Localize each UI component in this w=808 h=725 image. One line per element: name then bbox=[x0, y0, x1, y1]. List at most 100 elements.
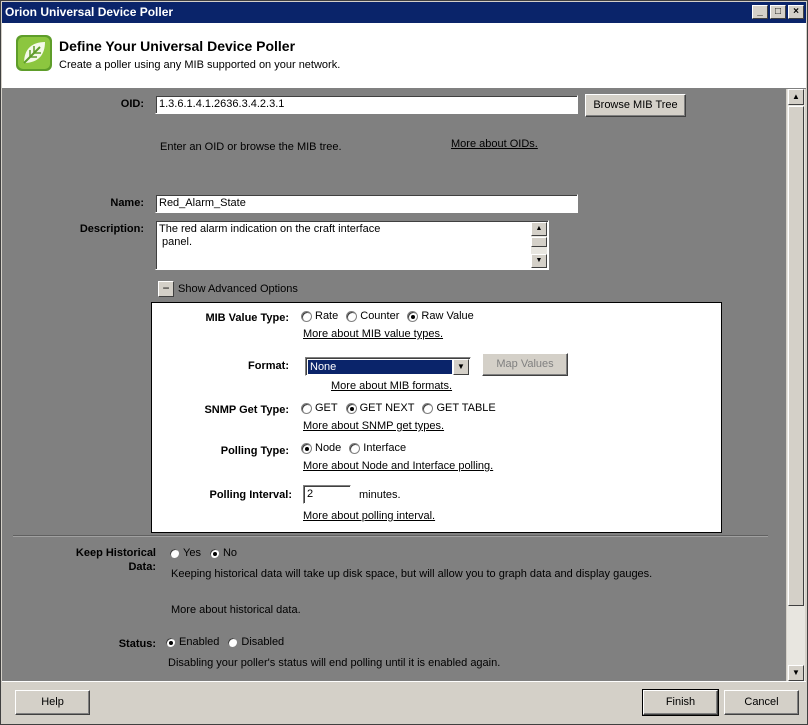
form-scrollbar[interactable]: ▲ ▼ bbox=[787, 89, 805, 681]
leaf-logo-icon bbox=[16, 35, 52, 71]
radio-raw-value-circle bbox=[407, 310, 419, 322]
snmp-get-type-radios: GET GET NEXT GET TABLE bbox=[301, 402, 496, 414]
more-about-oids-link[interactable]: More about OIDs. bbox=[451, 138, 538, 150]
mib-value-type-label: MIB Value Type: bbox=[205, 312, 289, 324]
radio-get-next-label: GET NEXT bbox=[359, 402, 415, 414]
radio-get-circle bbox=[301, 402, 312, 414]
close-button[interactable]: × bbox=[788, 5, 804, 19]
format-dropdown[interactable]: None ▼ bbox=[305, 357, 471, 376]
more-about-mib-formats-link[interactable]: More about MIB formats. bbox=[331, 380, 452, 392]
wizard-header: Define Your Universal Device Poller Crea… bbox=[2, 23, 806, 89]
status-label: Status: bbox=[118, 638, 156, 650]
name-input[interactable]: Red_Alarm_State bbox=[155, 194, 578, 213]
scrollbar-thumb[interactable] bbox=[788, 106, 804, 606]
radio-node-label: Node bbox=[315, 442, 342, 454]
section-divider bbox=[13, 535, 768, 537]
description-line-2: panel. bbox=[159, 236, 193, 248]
radio-disabled-label: Disabled bbox=[241, 636, 285, 648]
radio-get-table[interactable]: GET TABLE bbox=[422, 402, 496, 414]
historical-label-line-1: Keep Historical bbox=[75, 547, 156, 559]
polling-interval-input[interactable]: 2 bbox=[303, 485, 351, 504]
map-values-button[interactable]: Map Values bbox=[482, 353, 568, 376]
status-radios: Enabled Disabled bbox=[165, 636, 284, 648]
radio-no-circle bbox=[208, 547, 220, 559]
name-label: Name: bbox=[110, 197, 144, 209]
description-scrollbar[interactable]: ▲ ▼ bbox=[531, 222, 547, 268]
radio-yes-label: Yes bbox=[183, 547, 201, 559]
polling-interval-label: Polling Interval: bbox=[209, 489, 292, 501]
browse-mib-tree-button[interactable]: Browse MIB Tree bbox=[585, 94, 686, 117]
radio-node-circle bbox=[301, 442, 312, 454]
format-label: Format: bbox=[248, 360, 289, 372]
radio-no-label: No bbox=[222, 547, 238, 559]
mib-value-type-radios: Rate Counter Raw Value bbox=[301, 310, 474, 322]
radio-get-table-circle bbox=[422, 402, 434, 414]
radio-get[interactable]: GET bbox=[301, 402, 338, 414]
scroll-thumb[interactable] bbox=[531, 237, 547, 247]
radio-enabled-circle bbox=[165, 636, 176, 648]
radio-node[interactable]: Node bbox=[301, 442, 341, 454]
radio-enabled[interactable]: Enabled bbox=[165, 636, 219, 648]
radio-rate[interactable]: Rate bbox=[301, 310, 338, 322]
radio-raw-value[interactable]: Raw Value bbox=[407, 310, 474, 322]
minimize-button[interactable]: _ bbox=[752, 5, 768, 19]
radio-counter-label: Counter bbox=[360, 310, 400, 322]
form-area: OID: 1.3.6.1.4.1.2636.3.4.2.3.1 Browse M… bbox=[2, 89, 786, 681]
scroll-up-arrow-icon[interactable]: ▲ bbox=[531, 222, 547, 236]
cancel-button[interactable]: Cancel bbox=[724, 690, 799, 715]
description-textarea[interactable]: The red alarm indication on the craft in… bbox=[155, 220, 549, 270]
radio-counter[interactable]: Counter bbox=[346, 310, 399, 322]
radio-raw-value-label: Raw Value bbox=[421, 310, 474, 322]
more-about-mib-value-types-link[interactable]: More about MIB value types. bbox=[303, 328, 443, 340]
finish-button[interactable]: Finish bbox=[642, 689, 719, 716]
radio-historical-yes[interactable]: Yes bbox=[169, 547, 201, 559]
oid-help-text: Enter an OID or browse the MIB tree. bbox=[160, 141, 342, 153]
scroll-down-arrow-icon[interactable]: ▼ bbox=[531, 254, 547, 268]
status-help-text: Disabling your poller's status will end … bbox=[168, 657, 501, 669]
description-line-1: The red alarm indication on the craft in… bbox=[159, 223, 381, 235]
radio-disabled-circle bbox=[227, 636, 239, 648]
header-subtitle: Create a poller using any MIB supported … bbox=[59, 59, 341, 71]
more-about-historical-data-text: More about historical data. bbox=[171, 604, 301, 616]
polling-type-label: Polling Type: bbox=[220, 445, 289, 457]
historical-data-radios: Yes No bbox=[169, 547, 237, 559]
format-selected-value: None bbox=[308, 360, 452, 374]
scroll-up-icon[interactable]: ▲ bbox=[788, 89, 804, 105]
collapse-advanced-toggle[interactable]: − bbox=[158, 281, 174, 297]
radio-enabled-label: Enabled bbox=[179, 636, 220, 648]
more-about-polling-interval-link[interactable]: More about polling interval. bbox=[303, 510, 435, 522]
show-advanced-options-label[interactable]: Show Advanced Options bbox=[178, 283, 298, 295]
radio-disabled[interactable]: Disabled bbox=[227, 636, 284, 648]
radio-rate-circle bbox=[301, 310, 312, 322]
historical-help-text: Keeping historical data will take up dis… bbox=[171, 568, 653, 580]
radio-interface[interactable]: Interface bbox=[349, 442, 406, 454]
maximize-button[interactable]: □ bbox=[770, 5, 786, 19]
oid-label: OID: bbox=[120, 98, 144, 110]
radio-yes-circle bbox=[169, 547, 180, 559]
help-button[interactable]: Help bbox=[15, 690, 90, 715]
header-title: Define Your Universal Device Poller bbox=[59, 38, 296, 54]
snmp-get-type-label: SNMP Get Type: bbox=[204, 404, 289, 416]
more-about-polling-types-link[interactable]: More about Node and Interface polling. bbox=[303, 460, 493, 472]
radio-rate-label: Rate bbox=[315, 310, 339, 322]
more-about-snmp-get-types-link[interactable]: More about SNMP get types. bbox=[303, 420, 444, 432]
radio-interface-circle bbox=[349, 442, 361, 454]
window-title: Orion Universal Device Poller bbox=[5, 5, 174, 19]
scroll-down-icon[interactable]: ▼ bbox=[788, 665, 804, 681]
radio-historical-no[interactable]: No bbox=[208, 547, 238, 559]
radio-counter-circle bbox=[346, 310, 358, 322]
button-bar: Help Finish Cancel bbox=[2, 681, 806, 724]
radio-get-next-circle bbox=[345, 402, 357, 414]
radio-get-next[interactable]: GET NEXT bbox=[345, 402, 415, 414]
historical-label-line-2: Data: bbox=[128, 561, 156, 573]
polling-type-radios: Node Interface bbox=[301, 442, 406, 454]
dialog-window: Orion Universal Device Poller _ □ × Defi… bbox=[0, 0, 808, 725]
advanced-options-panel: MIB Value Type: Rate Counter Raw Value M… bbox=[151, 302, 722, 533]
description-label: Description: bbox=[79, 223, 144, 235]
radio-get-label: GET bbox=[315, 402, 338, 414]
dropdown-arrow-icon[interactable]: ▼ bbox=[453, 359, 469, 375]
polling-interval-unit: minutes. bbox=[359, 489, 401, 501]
oid-input[interactable]: 1.3.6.1.4.1.2636.3.4.2.3.1 bbox=[155, 95, 578, 114]
historical-data-label: Keep Historical Data: bbox=[42, 546, 156, 574]
radio-interface-label: Interface bbox=[363, 442, 407, 454]
